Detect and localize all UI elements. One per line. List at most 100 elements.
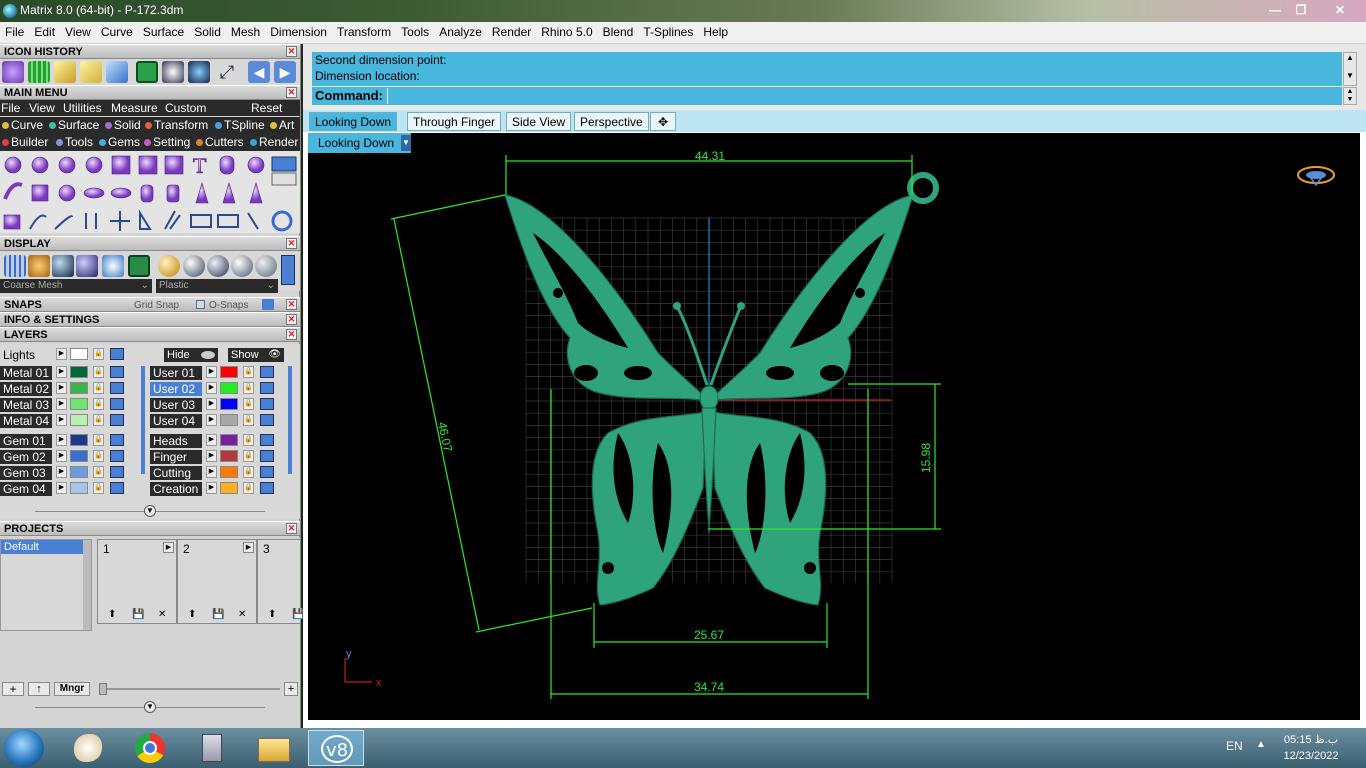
mm-reset[interactable]: Reset <box>251 101 282 115</box>
layer-color-swatch[interactable] <box>220 366 238 378</box>
layer-row[interactable]: Gem 04 ▶ 🔒 <box>0 482 138 496</box>
chrome-material-icon[interactable] <box>207 255 229 277</box>
ghost-icon[interactable] <box>28 255 50 277</box>
lock-icon[interactable]: 🔒 <box>93 414 104 426</box>
expand-icon[interactable]: ▶ <box>206 366 217 378</box>
mm-utilities[interactable]: Utilities <box>63 101 102 115</box>
layer-color-swatch[interactable] <box>220 466 238 478</box>
lock-icon[interactable]: 🔒 <box>93 450 104 462</box>
history-scrollbar[interactable]: ▲ ▼ <box>1343 52 1357 86</box>
layer-row[interactable]: Creation ▶ 🔒 <box>150 482 288 496</box>
show-button[interactable]: Show 👁 <box>228 348 284 362</box>
matte-material-icon[interactable] <box>231 255 253 277</box>
lock-icon[interactable]: 🔒 <box>243 466 254 478</box>
layer-color-swatch[interactable] <box>70 450 88 462</box>
expand-icon[interactable]: ▶ <box>56 414 67 426</box>
lock-icon[interactable]: 🔒 <box>93 482 104 494</box>
layer-color-swatch[interactable] <box>220 434 238 446</box>
add-slot-button[interactable]: + <box>284 682 298 696</box>
box-2-icon[interactable] <box>80 61 102 83</box>
grid-icon[interactable] <box>28 61 50 83</box>
layer-color-swatch[interactable] <box>70 366 88 378</box>
snaps-toggle[interactable] <box>262 299 274 310</box>
shaded-icon[interactable] <box>52 255 74 277</box>
tab-art[interactable]: Art <box>270 118 294 132</box>
tab-curve[interactable]: Curve <box>2 118 43 132</box>
command-input[interactable] <box>387 88 1337 104</box>
viewport[interactable]: Looking Down ▼ 44.31 46.07 15.98 25.67 3… <box>308 133 1360 720</box>
manager-button[interactable]: Mngr <box>54 682 90 696</box>
layer-row[interactable]: User 02 ▶ 🔒 <box>150 382 288 396</box>
tab-side-view[interactable]: Side View <box>506 112 572 131</box>
project-scrollbar[interactable] <box>83 540 91 630</box>
lock-icon[interactable]: 🔒 <box>93 366 104 378</box>
tab-looking-down[interactable]: Looking Down <box>309 112 398 131</box>
tab-through-finger[interactable]: Through Finger <box>407 112 502 131</box>
add-tab-icon[interactable]: ✥ <box>650 112 676 131</box>
visibility-toggle[interactable] <box>260 450 274 462</box>
expand-icon[interactable]: ▶ <box>56 398 67 410</box>
globe-icon[interactable] <box>188 61 210 83</box>
menu-tools[interactable]: Tools <box>396 22 434 42</box>
layer-row[interactable]: User 04 ▶ 🔒 <box>150 414 288 428</box>
add-project-button[interactable]: + <box>2 682 24 696</box>
menu-mesh[interactable]: Mesh <box>226 22 265 42</box>
menu-dimension[interactable]: Dimension <box>265 22 332 42</box>
visibility-toggle[interactable] <box>110 466 124 478</box>
material-dropdown[interactable]: Plastic ⌄ <box>156 279 278 293</box>
menu-surface[interactable]: Surface <box>138 22 189 42</box>
layer-row[interactable]: Cutting ▶ 🔒 <box>150 466 288 480</box>
project-slot-1[interactable]: 1 ▶ ⬆ 💾 ✕ <box>97 539 177 624</box>
layer-row[interactable]: Gem 03 ▶ 🔒 <box>0 466 138 480</box>
lock-icon[interactable]: 🔒 <box>93 434 104 446</box>
history-tool-icon[interactable] <box>2 61 24 83</box>
layer-row[interactable]: Gem 02 ▶ 🔒 <box>0 450 138 464</box>
close-icon[interactable]: ✕ <box>286 523 297 534</box>
close-icon[interactable]: ✕ <box>286 238 297 249</box>
lock-icon[interactable]: 🔒 <box>243 366 254 378</box>
plane-icon[interactable] <box>106 61 128 83</box>
layer-color-swatch[interactable] <box>70 414 88 426</box>
project-slot-3[interactable]: 3 ⬆ 💾 <box>257 539 304 624</box>
display-layer-icon[interactable] <box>128 255 150 277</box>
tray-arrow-icon[interactable]: ▲ <box>1256 739 1266 750</box>
layer-row[interactable]: User 01 ▶ 🔒 <box>150 366 288 380</box>
close-icon[interactable]: ✕ <box>286 314 297 325</box>
layer-color-swatch[interactable] <box>70 434 88 446</box>
display-toggle[interactable] <box>281 255 295 285</box>
lock-icon[interactable]: 🔒 <box>243 434 254 446</box>
layer-row[interactable]: Metal 03 ▶ 🔒 <box>0 398 138 412</box>
mesh-dropdown[interactable]: Coarse Mesh ⌄ <box>0 279 152 293</box>
layer-row[interactable]: Metal 02 ▶ 🔒 <box>0 382 138 396</box>
tab-tspline[interactable]: TSpline <box>215 118 265 132</box>
layer-row[interactable]: Heads ▶ 🔒 <box>150 434 288 448</box>
hide-button[interactable]: Hide <box>164 348 218 362</box>
expand-icon[interactable]: ▶ <box>56 466 67 478</box>
lock-icon[interactable]: 🔒 <box>243 482 254 494</box>
visibility-toggle[interactable] <box>260 466 274 478</box>
lock-icon[interactable]: 🔒 <box>93 466 104 478</box>
wireframe-icon[interactable] <box>4 255 26 277</box>
expand-icon[interactable]: ▶ <box>206 382 217 394</box>
lock-icon[interactable]: 🔒 <box>243 450 254 462</box>
project-default[interactable]: Default <box>1 540 83 554</box>
visibility-toggle[interactable] <box>260 482 274 494</box>
lock-icon[interactable]: 🔒 <box>93 398 104 410</box>
menu-transform[interactable]: Transform <box>332 22 396 42</box>
layer-color-swatch[interactable] <box>220 414 238 426</box>
lock-icon[interactable]: 🔒 <box>93 382 104 394</box>
chevron-down-icon[interactable]: ▼ <box>144 505 156 517</box>
environment-icon[interactable] <box>102 255 124 277</box>
close-icon[interactable]: ✕ <box>286 87 297 98</box>
expand-icon[interactable]: ▶ <box>206 414 217 426</box>
close-icon[interactable]: ✕ <box>286 299 297 310</box>
viewport-select[interactable]: Looking Down ▼ <box>308 133 411 153</box>
rotate-icon[interactable] <box>162 61 184 83</box>
visibility-toggle[interactable] <box>110 414 124 426</box>
visibility-toggle[interactable] <box>110 450 124 462</box>
osnaps-checkbox[interactable] <box>196 300 205 309</box>
expand-icon[interactable]: ▶ <box>56 382 67 394</box>
tab-surface[interactable]: Surface <box>49 118 99 132</box>
rendered-icon[interactable] <box>76 255 98 277</box>
visibility-toggle[interactable] <box>110 398 124 410</box>
